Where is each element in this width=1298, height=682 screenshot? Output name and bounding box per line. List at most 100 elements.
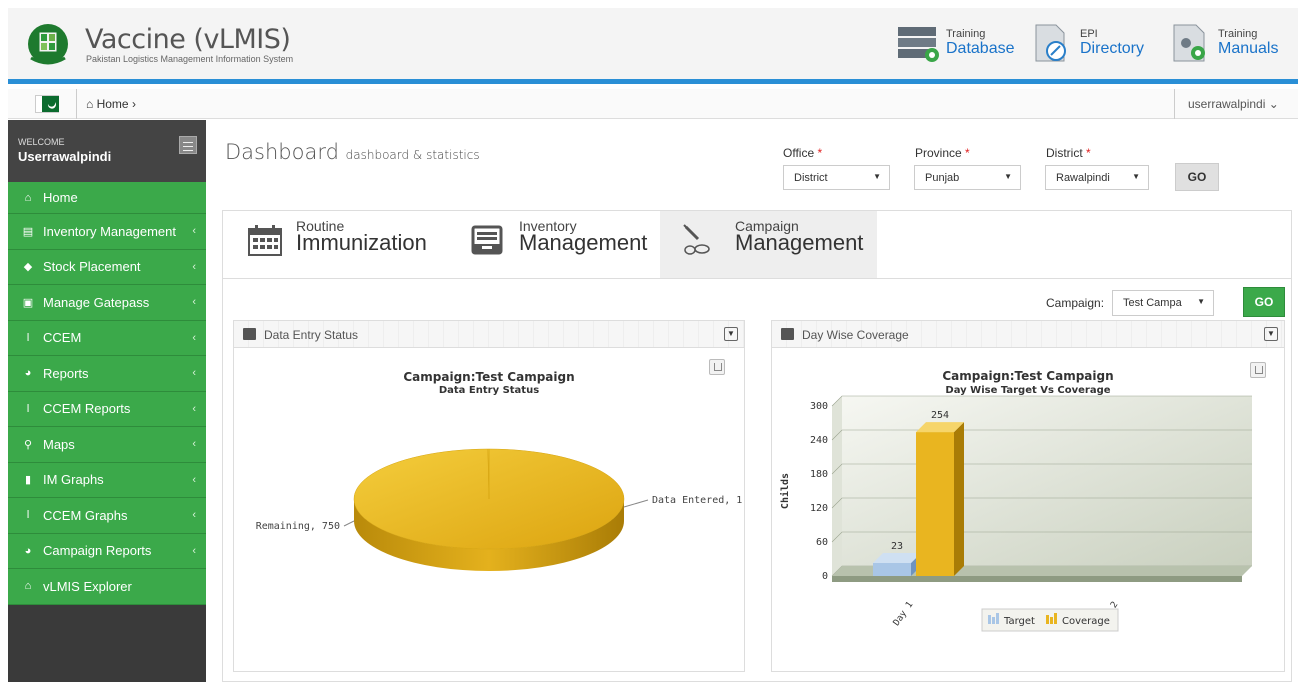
filter-go-button[interactable]: GO bbox=[1175, 163, 1219, 191]
app-header: Vaccine (vLMIS) Pakistan Logistics Manag… bbox=[8, 8, 1298, 84]
dropdown-arrow-icon: ▼ bbox=[1132, 172, 1140, 181]
plot-background bbox=[842, 396, 1252, 566]
sidebar-item-label: IM Graphs bbox=[43, 472, 104, 488]
collapse-icon[interactable]: ▼ bbox=[724, 327, 738, 341]
campaign-select[interactable]: Test Campa ▼ bbox=[1112, 290, 1214, 316]
sidebar-item-label: CCEM bbox=[43, 330, 82, 346]
sidebar-item-ccem[interactable]: ǀ CCEM ‹ bbox=[8, 320, 206, 356]
map-pin-icon: ⚲ bbox=[23, 438, 33, 451]
chart-title: Campaign:Test Campaign bbox=[942, 369, 1114, 383]
x-tick-label: Day 1 bbox=[892, 600, 916, 628]
sidebar-item-ccem-reports[interactable]: ǀ CCEM Reports ‹ bbox=[8, 391, 206, 427]
sidebar-item-campaign-reports[interactable]: ◕ Campaign Reports ‹ bbox=[8, 533, 206, 569]
user-menu[interactable]: userrawalpindi ⌄ bbox=[1188, 97, 1279, 111]
legend-swatch bbox=[1054, 613, 1057, 624]
tab-inventory-big: Management bbox=[519, 230, 648, 255]
campaign-label: Campaign: bbox=[1046, 296, 1105, 310]
tab-routine-big: Immunization bbox=[296, 230, 427, 255]
chart-legend: Target Coverage bbox=[981, 608, 1119, 632]
table-icon bbox=[781, 328, 794, 340]
y-tick-label: 0 bbox=[822, 571, 828, 582]
sidebar-item-reports[interactable]: ◕ Reports ‹ bbox=[8, 356, 206, 392]
legend-swatch bbox=[1046, 615, 1049, 624]
training-manuals-big: Manuals bbox=[1218, 40, 1279, 57]
sidebar-item-vlmis-explorer[interactable]: ⌂ vLMIS Explorer bbox=[8, 569, 206, 605]
dropdown-arrow-icon: ▼ bbox=[1197, 297, 1205, 306]
sidebar-item-label: Reports bbox=[43, 365, 89, 381]
chevron-left-icon: ‹ bbox=[192, 225, 196, 238]
y-tick-label: 180 bbox=[810, 469, 828, 480]
chart-subtitle: Data Entry Status bbox=[438, 385, 540, 396]
plot-floor-front bbox=[832, 576, 1242, 582]
breadcrumb-separator: › bbox=[131, 97, 136, 111]
y-tick-label: 300 bbox=[810, 401, 828, 412]
directory-icon bbox=[1035, 24, 1066, 62]
pie-label: Remaining, 750 bbox=[256, 521, 340, 532]
tab-routine-immunization[interactable]: Routine Immunization bbox=[223, 211, 438, 279]
sidebar-item-stock-placement[interactable]: ◆ Stock Placement ‹ bbox=[8, 249, 206, 285]
pie-icon: ◕ bbox=[24, 544, 32, 557]
welcome-username: Userrawalpindi bbox=[18, 149, 112, 164]
pie-label-line bbox=[623, 499, 649, 508]
breadcrumb-bar: ⌂ Home › userrawalpindi ⌄ bbox=[8, 89, 1298, 119]
office-select[interactable]: District ▼ bbox=[783, 165, 890, 190]
bar-coverage-day-1-side bbox=[954, 422, 964, 576]
sidebar-item-label: Manage Gatepass bbox=[43, 294, 150, 310]
welcome-box: WELCOME Userrawalpindi bbox=[8, 120, 206, 182]
app-title: Vaccine (vLMIS) bbox=[85, 24, 291, 55]
home-icon: ⌂ bbox=[24, 580, 32, 593]
sidebar-item-ccem-graphs[interactable]: ǀ CCEM Graphs ‹ bbox=[8, 498, 206, 534]
user-name[interactable]: userrawalpindi bbox=[1188, 97, 1265, 111]
sidebar-item-label: Campaign Reports bbox=[43, 543, 152, 559]
collapse-icon[interactable]: ▼ bbox=[1264, 327, 1278, 341]
bar-data-label: 254 bbox=[931, 410, 949, 421]
sidebar: WELCOME Userrawalpindi ⌂ Home ▤ Inventory M… bbox=[8, 120, 206, 682]
sidebar-item-label: Home bbox=[43, 190, 78, 205]
sidebar-item-label: Stock Placement bbox=[43, 259, 141, 275]
chart-title: Campaign:Test Campaign bbox=[403, 370, 575, 384]
menu-toggle-icon[interactable] bbox=[179, 136, 197, 154]
sidebar-item-im-graphs[interactable]: ▮ IM Graphs ‹ bbox=[8, 462, 206, 498]
office-label: Office * bbox=[783, 146, 823, 160]
pakistan-emblem-icon bbox=[28, 22, 68, 65]
thermometer-icon: ǀ bbox=[26, 509, 30, 522]
y-tick-label: 60 bbox=[816, 537, 828, 548]
tab-inventory-management[interactable]: Inventory Management bbox=[445, 211, 660, 279]
dropdown-arrow-icon: ▼ bbox=[873, 172, 881, 181]
home-icon: ⌂ bbox=[86, 97, 94, 111]
home-icon: ⌂ bbox=[24, 191, 32, 204]
day-wise-coverage-portlet: Day Wise Coverage ▼ Campaign:Test Campai… bbox=[771, 320, 1285, 672]
epi-directory-big: Directory bbox=[1080, 40, 1145, 57]
app-subtitle: Pakistan Logistics Management Informatio… bbox=[86, 54, 294, 64]
chevron-left-icon: ‹ bbox=[192, 402, 196, 415]
data-entry-status-portlet: Data Entry Status ▼ Campaign:Test Campai… bbox=[233, 320, 745, 672]
tab-campaign-management[interactable]: Campaign Management bbox=[660, 211, 877, 279]
sidebar-item-maps[interactable]: ⚲ Maps ‹ bbox=[8, 427, 206, 463]
epi-directory-link[interactable]: EPI Directory bbox=[1030, 22, 1144, 64]
chevron-down-icon: ⌄ bbox=[1268, 97, 1279, 111]
sidebar-item-label: vLMIS Explorer bbox=[43, 578, 132, 594]
page-subtitle: dashboard & statistics bbox=[345, 148, 480, 162]
database-icon bbox=[898, 27, 939, 62]
bar-chart-icon: ▮ bbox=[24, 474, 32, 487]
sidebar-item-home[interactable]: ⌂ Home bbox=[8, 182, 206, 214]
sidebar-item-label: Inventory Management bbox=[43, 223, 176, 239]
district-label: District * bbox=[1046, 146, 1091, 160]
province-select[interactable]: Punjab ▼ bbox=[914, 165, 1021, 190]
inventory-icon: ▤ bbox=[22, 225, 34, 238]
sidebar-item-inventory-management[interactable]: ▤ Inventory Management ‹ bbox=[8, 214, 206, 250]
training-manuals-link[interactable]: Training Manuals bbox=[1168, 22, 1278, 64]
breadcrumb-home[interactable]: Home bbox=[97, 97, 129, 111]
thermometer-icon: ǀ bbox=[26, 331, 30, 344]
welcome-label: WELCOME bbox=[18, 137, 65, 147]
y-tick-label: 240 bbox=[810, 435, 828, 446]
sidebar-item-manage-gatepass[interactable]: ▣ Manage Gatepass ‹ bbox=[8, 285, 206, 321]
module-tabs: Routine Immunization Inventory Managemen… bbox=[222, 210, 1292, 279]
campaign-go-button[interactable]: GO bbox=[1243, 287, 1285, 317]
manuals-icon bbox=[1173, 24, 1205, 62]
district-select[interactable]: Rawalpindi ▼ bbox=[1045, 165, 1149, 190]
chevron-left-icon: ‹ bbox=[192, 296, 196, 309]
pie-label-line bbox=[343, 520, 355, 527]
breadcrumb[interactable]: ⌂ Home › bbox=[86, 97, 136, 111]
training-database-link[interactable]: Training Database bbox=[896, 22, 1015, 64]
